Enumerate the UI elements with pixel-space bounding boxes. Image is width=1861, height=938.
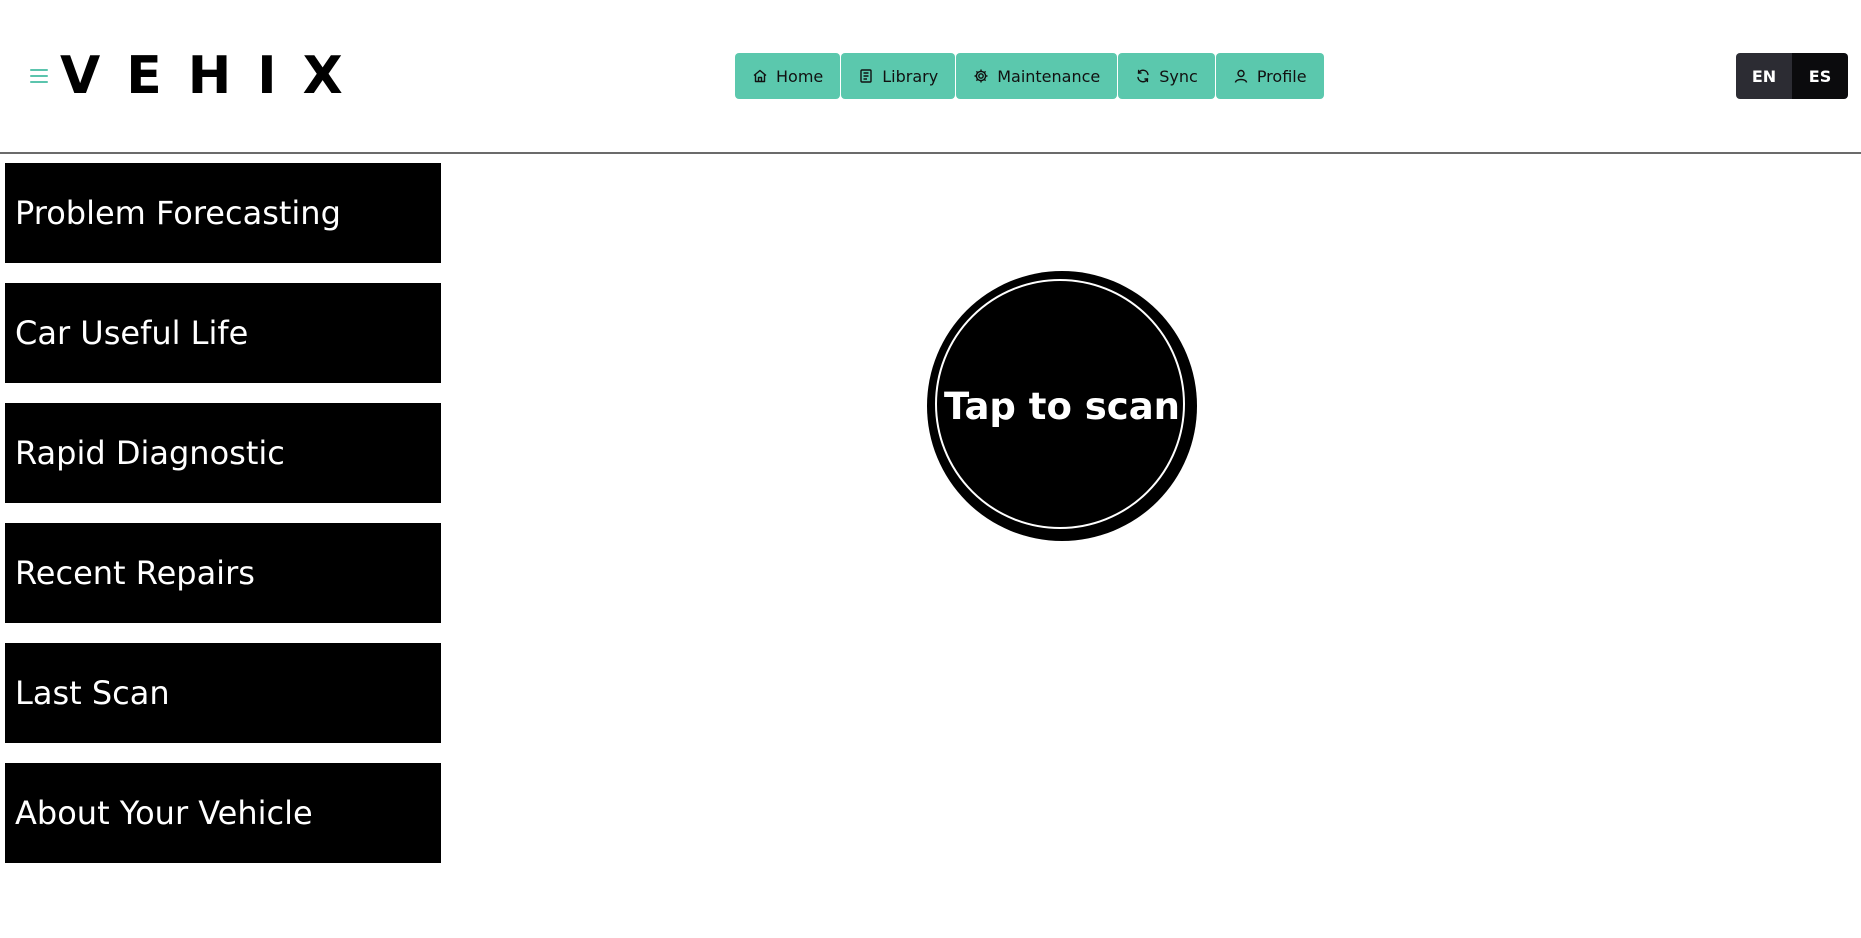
sidebar-item-rapid-diagnostic[interactable]: Rapid Diagnostic (5, 403, 441, 503)
scan-button[interactable]: Tap to scan (927, 271, 1197, 541)
gear-icon (974, 69, 988, 83)
lang-en-button[interactable]: EN (1736, 53, 1792, 99)
nav-profile[interactable]: Profile (1215, 53, 1324, 99)
sidebar-item-problem-forecasting[interactable]: Problem Forecasting (5, 163, 441, 263)
brand-logo[interactable]: VEHIX (60, 46, 369, 106)
sync-icon (1137, 69, 1149, 83)
sidebar-item-recent-repairs[interactable]: Recent Repairs (5, 523, 441, 623)
lang-es-button[interactable]: ES (1792, 53, 1848, 99)
app-header: VEHIX Home Library Maintenance Sync Prof… (0, 0, 1861, 154)
nav-home-label: Home (776, 66, 824, 86)
sidebar-item-last-scan[interactable]: Last Scan (5, 643, 441, 743)
user-icon (1234, 69, 1248, 83)
sidebar: Problem Forecasting Car Useful Life Rapi… (5, 163, 441, 883)
nav-sync[interactable]: Sync (1118, 53, 1215, 99)
home-icon (753, 69, 767, 83)
book-icon (860, 69, 872, 83)
sidebar-item-about-your-vehicle[interactable]: About Your Vehicle (5, 763, 441, 863)
language-switcher: EN ES (1736, 53, 1848, 99)
nav-profile-label: Profile (1256, 66, 1307, 86)
main-nav: Home Library Maintenance Sync Profile (735, 53, 1325, 99)
sidebar-item-car-useful-life[interactable]: Car Useful Life (5, 283, 441, 383)
nav-maintenance-label: Maintenance (997, 66, 1101, 86)
nav-library[interactable]: Library (841, 53, 956, 99)
nav-library-label: Library (882, 66, 939, 86)
nav-maintenance[interactable]: Maintenance (956, 53, 1118, 99)
scan-button-label: Tap to scan (943, 384, 1181, 428)
nav-sync-label: Sync (1159, 66, 1198, 86)
nav-home[interactable]: Home (735, 53, 841, 99)
hamburger-icon[interactable] (30, 69, 48, 83)
